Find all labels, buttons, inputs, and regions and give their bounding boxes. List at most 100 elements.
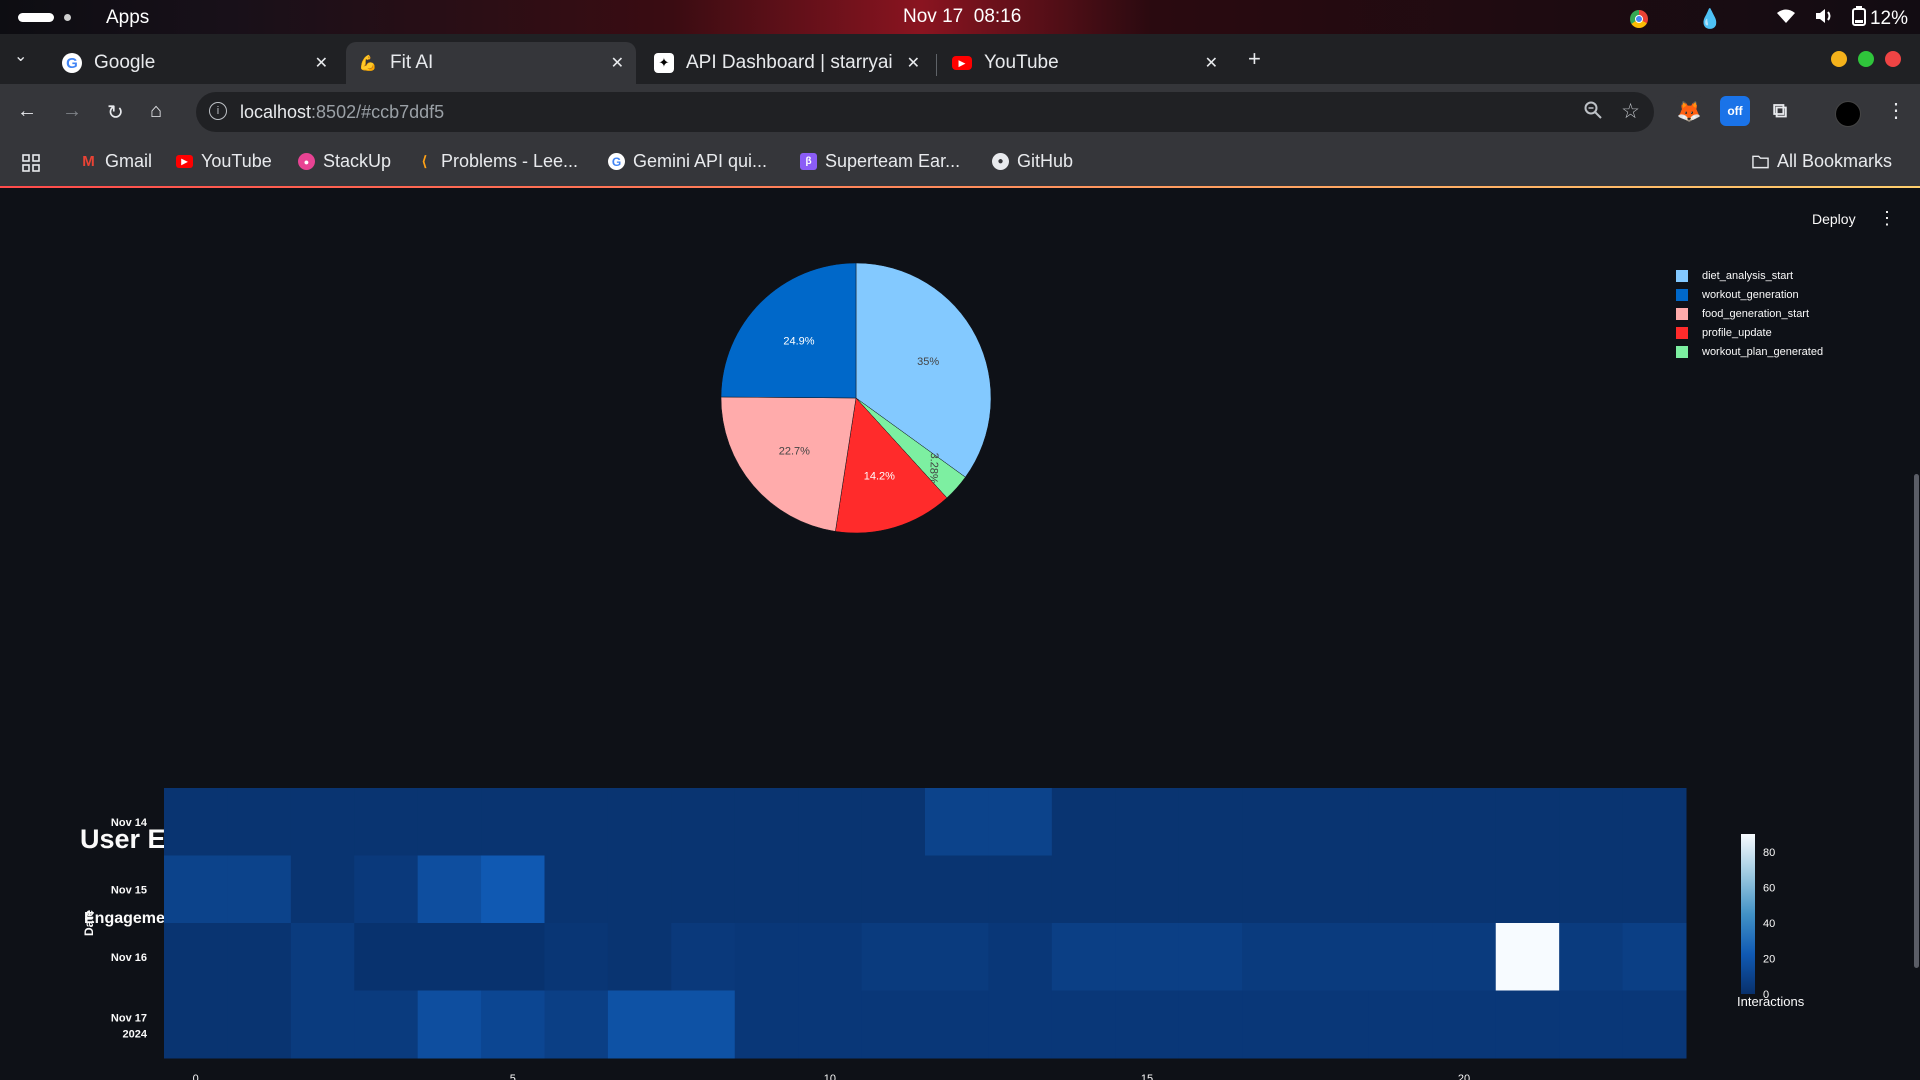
heatmap-cell[interactable] xyxy=(798,855,863,924)
heatmap-cell[interactable] xyxy=(607,990,672,1059)
heatmap-cell[interactable] xyxy=(1559,788,1624,856)
heatmap-cell[interactable] xyxy=(1242,990,1306,1059)
heatmap-cell[interactable] xyxy=(1305,990,1370,1059)
heatmap-cell[interactable] xyxy=(544,788,609,856)
address-bar[interactable]: i localhost:8502/#ccb7ddf5 ☆ xyxy=(196,92,1654,132)
tab-fit-ai[interactable]: 💪 Fit AI ✕ xyxy=(346,42,636,84)
heatmap-cell[interactable] xyxy=(1115,990,1180,1059)
heatmap-cell[interactable] xyxy=(607,923,672,991)
close-icon[interactable]: ✕ xyxy=(907,53,920,73)
heatmap-cell[interactable] xyxy=(1051,855,1116,924)
volume-icon[interactable] xyxy=(1814,8,1834,30)
heatmap-cell[interactable] xyxy=(925,788,989,856)
heatmap-cell[interactable] xyxy=(481,990,545,1059)
heatmap-cell[interactable] xyxy=(1051,923,1116,991)
app-menu-icon[interactable]: ⋮ xyxy=(1878,208,1896,229)
heatmap-cell[interactable] xyxy=(734,788,799,856)
back-arrow-icon[interactable]: ← xyxy=(17,100,37,123)
maximize-button[interactable] xyxy=(1858,51,1874,67)
heatmap-cell[interactable] xyxy=(1368,923,1433,991)
heatmap-cell[interactable] xyxy=(925,923,989,991)
wifi-icon[interactable] xyxy=(1776,8,1796,30)
workspace-indicator[interactable] xyxy=(18,13,54,22)
heatmap-cell[interactable] xyxy=(861,923,926,991)
heatmap-cell[interactable] xyxy=(1432,923,1497,991)
heatmap-cell[interactable] xyxy=(1368,855,1433,924)
heatmap-cell[interactable] xyxy=(988,855,1053,924)
heatmap-cell[interactable] xyxy=(1622,923,1687,991)
pie-slice-workout-generation[interactable] xyxy=(720,262,857,399)
all-bookmarks[interactable]: All Bookmarks xyxy=(1752,151,1892,172)
reload-icon[interactable]: ↻ xyxy=(107,100,124,125)
heatmap-cell[interactable] xyxy=(354,923,419,991)
chrome-menu-icon[interactable]: ⋮ xyxy=(1886,98,1906,123)
heatmap-cell[interactable] xyxy=(290,923,355,991)
heatmap-cell[interactable] xyxy=(417,855,482,924)
heatmap-cell[interactable] xyxy=(671,923,736,991)
heatmap-cell[interactable] xyxy=(164,923,228,991)
heatmap-cell[interactable] xyxy=(481,923,545,991)
minimize-button[interactable] xyxy=(1831,51,1847,67)
deploy-button[interactable]: Deploy xyxy=(1812,211,1856,227)
home-icon[interactable]: ⌂ xyxy=(150,100,162,123)
heatmap-cell[interactable] xyxy=(417,990,482,1059)
heatmap-cell[interactable] xyxy=(1242,923,1306,991)
heatmap-cell[interactable] xyxy=(227,788,292,856)
droplet-icon[interactable]: 💧 xyxy=(1698,7,1722,31)
heatmap-cell[interactable] xyxy=(798,788,863,856)
legend-item-workout-generation[interactable]: workout_generation xyxy=(1676,285,1823,304)
bookmark-youtube[interactable]: ▶ YouTube xyxy=(176,151,272,172)
heatmap-cell[interactable] xyxy=(607,855,672,924)
heatmap-cell[interactable] xyxy=(671,855,736,924)
heatmap-cell[interactable] xyxy=(798,990,863,1059)
bookmark-stackup[interactable]: ● StackUp xyxy=(298,151,391,172)
heatmap-cell[interactable] xyxy=(925,990,989,1059)
apps-grid-icon[interactable] xyxy=(22,154,40,177)
profile-avatar[interactable] xyxy=(1835,101,1861,127)
bookmark-gemini-api[interactable]: G Gemini API qui... xyxy=(608,151,767,172)
heatmap-cell[interactable] xyxy=(607,788,672,856)
heatmap-cell[interactable] xyxy=(1178,923,1243,991)
bookmark-superteam[interactable]: β Superteam Ear... xyxy=(800,151,960,172)
heatmap-cell[interactable] xyxy=(1305,923,1370,991)
extension-off-icon[interactable]: off xyxy=(1720,96,1750,126)
heatmap-cell[interactable] xyxy=(988,923,1053,991)
heatmap-cell[interactable] xyxy=(1178,855,1243,924)
heatmap-cell[interactable] xyxy=(1432,990,1497,1059)
heatmap-cell[interactable] xyxy=(290,990,355,1059)
heatmap-cell[interactable] xyxy=(861,990,926,1059)
bookmark-star-icon[interactable]: ☆ xyxy=(1621,99,1640,124)
heatmap-cell[interactable] xyxy=(354,855,419,924)
heatmap-cell[interactable] xyxy=(1432,855,1497,924)
forward-arrow-icon[interactable]: → xyxy=(62,100,82,123)
close-icon[interactable]: ✕ xyxy=(315,53,328,73)
heatmap-cell[interactable] xyxy=(481,788,545,856)
heatmap-cell[interactable] xyxy=(1368,788,1433,856)
heatmap-cell[interactable] xyxy=(544,855,609,924)
heatmap-cell[interactable] xyxy=(1115,855,1180,924)
heatmap-cell[interactable] xyxy=(734,923,799,991)
heatmap-cell[interactable] xyxy=(1115,923,1180,991)
chrome-icon[interactable] xyxy=(1630,10,1649,28)
heatmap-cell[interactable] xyxy=(861,855,926,924)
heatmap-cell[interactable] xyxy=(1305,855,1370,924)
heatmap-cell[interactable] xyxy=(1178,788,1243,856)
heatmap-cell[interactable] xyxy=(1178,990,1243,1059)
heatmap-cell[interactable] xyxy=(1051,788,1116,856)
heatmap-cell[interactable] xyxy=(544,990,609,1059)
heatmap-cell[interactable] xyxy=(734,990,799,1059)
heatmap-cell[interactable] xyxy=(1559,990,1624,1059)
legend-item-workout-plan-generated[interactable]: workout_plan_generated xyxy=(1676,342,1823,361)
bookmark-gmail[interactable]: M Gmail xyxy=(80,151,152,172)
apps-menu[interactable]: Apps xyxy=(106,7,149,29)
workspace-dot[interactable] xyxy=(64,14,71,21)
heatmap-cell[interactable] xyxy=(734,855,799,924)
heatmap-cell[interactable] xyxy=(798,923,863,991)
url-text[interactable]: localhost:8502/#ccb7ddf5 xyxy=(240,102,444,123)
close-icon[interactable]: ✕ xyxy=(1205,53,1218,73)
legend-item-profile-update[interactable]: profile_update xyxy=(1676,323,1823,342)
heatmap-cell[interactable] xyxy=(1051,990,1116,1059)
heatmap-cell[interactable] xyxy=(671,788,736,856)
heatmap-cell[interactable] xyxy=(988,788,1053,856)
tab-google[interactable]: G Google ✕ xyxy=(50,42,340,84)
